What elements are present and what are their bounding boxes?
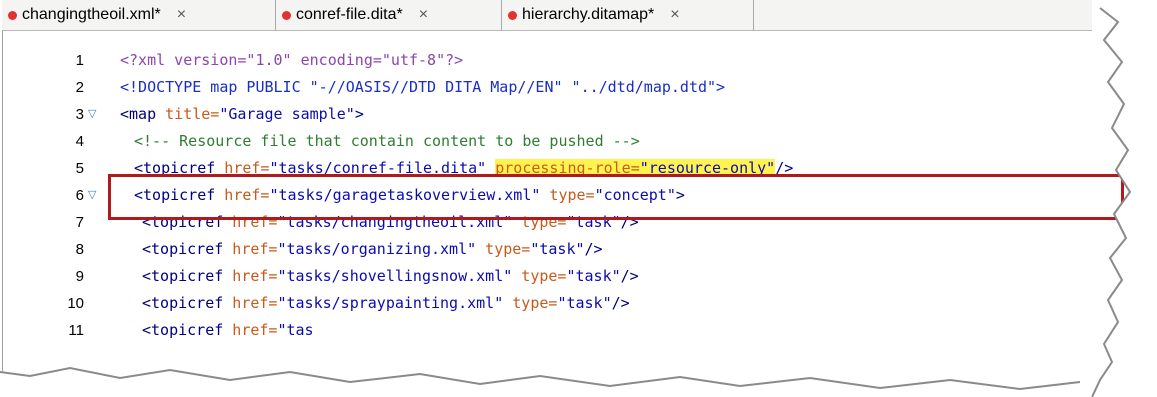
line-number: 9 bbox=[75, 268, 84, 285]
code-token: "task" bbox=[566, 267, 621, 285]
code-text: <topicref href="tas bbox=[142, 317, 314, 344]
code-token: href= bbox=[223, 267, 278, 285]
code-token: <!DOCTYPE map PUBLIC "-//OASIS//DTD DITA… bbox=[120, 78, 726, 96]
code-token: "tas bbox=[277, 321, 314, 339]
code-token: "task" bbox=[557, 294, 612, 312]
line-number: 8 bbox=[75, 241, 84, 258]
code-text: <!-- Resource file that contain content … bbox=[134, 128, 640, 155]
code-text: <map title="Garage sample"> bbox=[120, 101, 364, 128]
code-token: type= bbox=[503, 294, 558, 312]
code-token: type= bbox=[512, 267, 567, 285]
code-token: "tasks/organizing.xml" bbox=[277, 240, 477, 258]
highlight-box bbox=[108, 174, 1124, 220]
editor-tab-strip: changingtheoil.xml* × conref-file.dita* … bbox=[2, 0, 1092, 31]
line-number: 3 bbox=[75, 106, 84, 123]
code-line[interactable]: 8 <topicref href="tasks/organizing.xml" t… bbox=[2, 236, 1092, 263]
tab-changingtheoil[interactable]: changingtheoil.xml* × bbox=[2, 0, 276, 30]
fold-toggle-icon[interactable]: ▽ bbox=[88, 108, 100, 120]
code-token: "task" bbox=[530, 240, 585, 258]
code-line[interactable]: 2 <!DOCTYPE map PUBLIC "-//OASIS//DTD DIT… bbox=[2, 74, 1092, 101]
code-text: <topicref href="tasks/organizing.xml" ty… bbox=[142, 236, 603, 263]
code-token: /> bbox=[611, 294, 630, 312]
code-text: <topicref href="tasks/spraypainting.xml"… bbox=[142, 290, 630, 317]
line-number: 6 bbox=[75, 187, 84, 204]
line-number: 2 bbox=[75, 79, 84, 96]
code-line[interactable]: 9 <topicref href="tasks/shovellingsnow.xm… bbox=[2, 263, 1092, 290]
code-token: href= bbox=[223, 240, 278, 258]
code-token: <?xml version="1.0" encoding="utf-8"?> bbox=[120, 51, 464, 69]
close-tab-icon[interactable]: × bbox=[419, 6, 428, 24]
line-number: 1 bbox=[75, 52, 84, 69]
close-tab-icon[interactable]: × bbox=[670, 6, 679, 24]
code-token: "Garage sample" bbox=[219, 105, 355, 123]
code-token: /> bbox=[620, 267, 639, 285]
code-text: <?xml version="1.0" encoding="utf-8"?> bbox=[120, 47, 463, 74]
code-token: <topicref bbox=[142, 267, 224, 285]
close-tab-icon[interactable]: × bbox=[177, 6, 186, 24]
modified-indicator-icon bbox=[8, 10, 17, 20]
code-token: /> bbox=[584, 240, 603, 258]
modified-indicator-icon bbox=[282, 10, 291, 20]
tab-conref-file[interactable]: conref-file.dita* × bbox=[276, 0, 502, 30]
tab-label: conref-file.dita* bbox=[296, 6, 403, 23]
code-line[interactable]: 10 <topicref href="tasks/spraypainting.xm… bbox=[2, 290, 1092, 317]
code-token: type= bbox=[476, 240, 531, 258]
tab-label: changingtheoil.xml* bbox=[22, 6, 161, 23]
fold-toggle-icon[interactable]: ▽ bbox=[88, 189, 100, 201]
tab-hierarchy-ditamap[interactable]: hierarchy.ditamap* × bbox=[502, 0, 754, 30]
editor-window: changingtheoil.xml* × conref-file.dita* … bbox=[0, 0, 1157, 397]
code-token: > bbox=[354, 105, 364, 123]
code-line[interactable]: 11 <topicref href="tas bbox=[2, 317, 1092, 344]
line-number: 10 bbox=[67, 295, 84, 312]
line-number: 5 bbox=[75, 160, 84, 177]
code-token: title= bbox=[156, 105, 220, 123]
code-text: <!DOCTYPE map PUBLIC "-//OASIS//DTD DITA… bbox=[120, 74, 725, 101]
code-token: "tasks/spraypainting.xml" bbox=[277, 294, 504, 312]
code-token: <topicref bbox=[142, 294, 224, 312]
code-token: <!-- Resource file that contain content … bbox=[134, 132, 640, 150]
tab-label: hierarchy.ditamap* bbox=[522, 6, 655, 23]
code-token: <topicref bbox=[142, 240, 224, 258]
modified-indicator-icon bbox=[508, 10, 517, 20]
code-text: <topicref href="tasks/shovellingsnow.xml… bbox=[142, 263, 639, 290]
code-token: href= bbox=[223, 321, 278, 339]
line-number: 7 bbox=[75, 214, 84, 231]
code-token: <map bbox=[120, 105, 157, 123]
code-token: "tasks/shovellingsnow.xml" bbox=[277, 267, 513, 285]
code-line[interactable]: 4 <!-- Resource file that contain content… bbox=[2, 128, 1092, 155]
code-token: <topicref bbox=[142, 321, 224, 339]
line-number: 4 bbox=[75, 133, 84, 150]
code-token: href= bbox=[223, 294, 278, 312]
code-line[interactable]: 3 ▽ <map title="Garage sample"> bbox=[2, 101, 1092, 128]
line-number: 11 bbox=[68, 322, 84, 339]
code-line[interactable]: 1 <?xml version="1.0" encoding="utf-8"?> bbox=[2, 47, 1092, 74]
